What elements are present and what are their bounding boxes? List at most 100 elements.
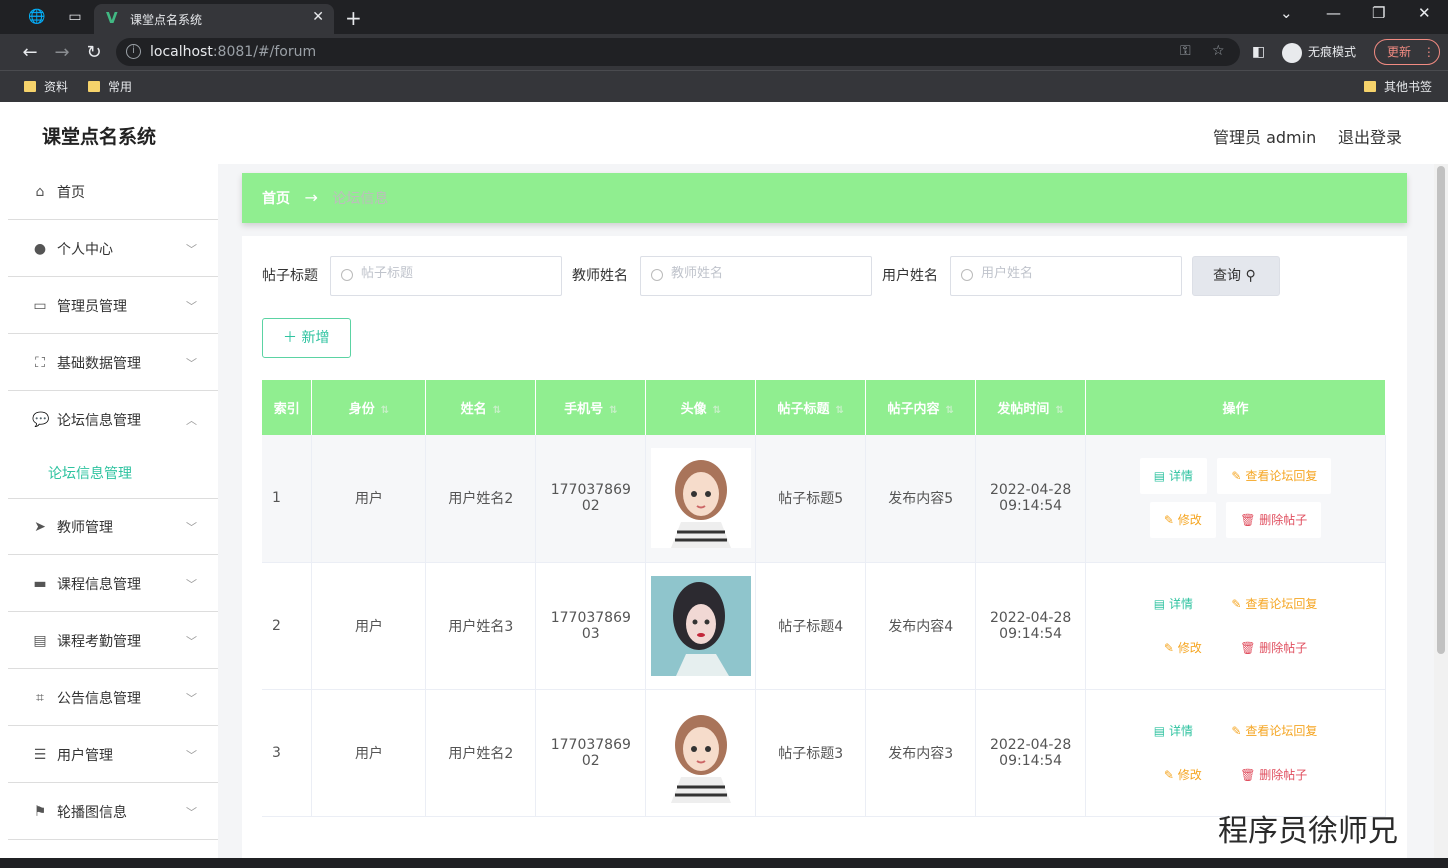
cell-phone: 17703786903 bbox=[535, 562, 647, 690]
sort-icon[interactable]: ⇅ bbox=[836, 405, 844, 416]
sidebar-item-forum[interactable]: 💬 论坛信息管理 ︿ bbox=[8, 392, 218, 448]
page-scrollbar[interactable] bbox=[1434, 164, 1448, 868]
flag-icon: ⚑ bbox=[33, 803, 47, 820]
sort-icon[interactable]: ⇅ bbox=[945, 405, 953, 416]
view-replies-button[interactable]: ✎ 查看论坛回复 bbox=[1217, 585, 1332, 622]
view-replies-button[interactable]: ✎ 查看论坛回复 bbox=[1217, 712, 1332, 749]
view-replies-button[interactable]: ✎ 查看论坛回复 bbox=[1217, 458, 1332, 495]
chevron-down-icon: ﹀ bbox=[186, 748, 197, 762]
maximize-icon[interactable]: ❐ bbox=[1372, 4, 1385, 22]
detail-button[interactable]: ▤ 详情 bbox=[1139, 585, 1207, 622]
key-icon[interactable]: ⚿ bbox=[1180, 43, 1191, 59]
delete-button[interactable]: 🗑 删除帖子 bbox=[1226, 756, 1322, 793]
sidebar-item-users[interactable]: ☰ 用户管理 ﹀ bbox=[8, 727, 218, 783]
sidebar-item-attendance[interactable]: ▤ 课程考勤管理 ﹀ bbox=[8, 613, 218, 669]
post-title-input[interactable] bbox=[330, 256, 562, 296]
tab-search-chevron-icon[interactable]: ⌄ bbox=[1280, 4, 1293, 22]
sidebar-item-profile[interactable]: ● 个人中心 ﹀ bbox=[8, 221, 218, 277]
teacher-name-label: 教师姓名 bbox=[572, 268, 628, 284]
edit-icon: ✎ bbox=[1163, 767, 1174, 782]
forward-icon[interactable]: → bbox=[52, 42, 72, 63]
sidepanel-icon[interactable]: ◧ bbox=[1252, 44, 1265, 60]
detail-button[interactable]: ▤ 详情 bbox=[1139, 458, 1207, 495]
teacher-name-input[interactable] bbox=[640, 256, 872, 296]
sidebar-item-basic-data[interactable]: ⛶ 基础数据管理 ﹀ bbox=[8, 335, 218, 391]
col-avatar[interactable]: 头像 ⇅ bbox=[645, 380, 757, 435]
sort-icon[interactable]: ⇅ bbox=[713, 405, 721, 416]
cell-phone: 17703786902 bbox=[535, 435, 647, 563]
edit-icon: ✎ bbox=[1163, 513, 1174, 528]
minimize-icon[interactable]: — bbox=[1326, 4, 1341, 22]
trash-icon: 🗑 bbox=[1240, 767, 1256, 782]
add-button[interactable]: ＋ 新增 bbox=[262, 318, 351, 358]
taskbar bbox=[0, 858, 1448, 868]
cartoon-avatar-image[interactable] bbox=[650, 448, 751, 549]
arrow-right-icon: → bbox=[304, 188, 318, 207]
briefcase-icon: ▬ bbox=[33, 575, 47, 592]
edit-button[interactable]: ✎ 修改 bbox=[1149, 756, 1216, 793]
sort-icon[interactable]: ⇅ bbox=[493, 405, 501, 416]
reload-icon[interactable]: ↻ bbox=[84, 42, 104, 63]
query-button[interactable]: 查询 ⚲ bbox=[1192, 256, 1280, 296]
col-phone[interactable]: 手机号 ⇅ bbox=[535, 380, 647, 435]
edit-icon: ✎ bbox=[1231, 469, 1242, 484]
tab-close-icon[interactable]: ✕ bbox=[312, 9, 324, 25]
sidebar-item-admin[interactable]: ▭ 管理员管理 ﹀ bbox=[8, 278, 218, 334]
edit-button[interactable]: ✎ 修改 bbox=[1149, 629, 1216, 666]
col-role[interactable]: 身份 ⇅ bbox=[311, 380, 427, 435]
logout-link[interactable]: 退出登录 bbox=[1338, 124, 1402, 148]
cell-post-time: 2022-04-28 09:14:54 bbox=[975, 562, 1087, 690]
breadcrumb: 首页 → 论坛信息 bbox=[242, 173, 1407, 223]
cell-avatar bbox=[645, 562, 757, 690]
update-button[interactable]: 更新 ⋮ bbox=[1374, 39, 1440, 65]
cell-role: 用户 bbox=[311, 435, 427, 563]
detail-button[interactable]: ▤ 详情 bbox=[1139, 712, 1207, 749]
delete-button[interactable]: 🗑 删除帖子 bbox=[1226, 502, 1322, 539]
trash-icon: 🗑 bbox=[1240, 640, 1256, 655]
new-tab-icon[interactable]: + bbox=[345, 6, 362, 30]
user-name-input[interactable] bbox=[950, 256, 1182, 296]
star-icon[interactable]: ☆ bbox=[1212, 43, 1225, 59]
other-bookmarks[interactable]: 其他书签 bbox=[1364, 78, 1432, 95]
cell-name: 用户姓名2 bbox=[425, 435, 537, 563]
bookmark-folder-1[interactable]: 资料 bbox=[24, 78, 68, 95]
bookmark-folder-2[interactable]: 常用 bbox=[88, 78, 132, 95]
sort-icon[interactable]: ⇅ bbox=[609, 405, 617, 416]
chevron-down-icon: ﹀ bbox=[186, 520, 197, 534]
delete-button[interactable]: 🗑 删除帖子 bbox=[1226, 629, 1322, 666]
window-close-icon[interactable]: ✕ bbox=[1418, 4, 1431, 22]
col-name[interactable]: 姓名 ⇅ bbox=[425, 380, 537, 435]
search-icon bbox=[961, 269, 973, 281]
tab-strip-icon[interactable]: ▭ bbox=[66, 8, 84, 26]
list-icon: ☰ bbox=[33, 746, 47, 763]
back-icon[interactable]: ← bbox=[20, 42, 40, 63]
sidebar-subitem-forum[interactable]: 论坛信息管理 bbox=[8, 448, 218, 499]
site-info-icon[interactable]: i bbox=[126, 44, 141, 59]
globe-icon[interactable]: 🌐 bbox=[28, 8, 46, 26]
sidebar-item-home[interactable]: ⌂ 首页 bbox=[8, 164, 218, 220]
browser-tab-active[interactable]: V 课堂点名系统 ✕ bbox=[94, 4, 334, 34]
teacher-name-field[interactable] bbox=[671, 266, 861, 281]
sidebar-item-notice[interactable]: ⌗ 公告信息管理 ﹀ bbox=[8, 670, 218, 726]
sidebar-item-course[interactable]: ▬ 课程信息管理 ﹀ bbox=[8, 556, 218, 612]
breadcrumb-home[interactable]: 首页 bbox=[262, 191, 290, 207]
sort-icon[interactable]: ⇅ bbox=[1055, 405, 1063, 416]
url-field[interactable]: i localhost:8081/#/forum ⚿ ☆ bbox=[116, 38, 1240, 66]
scrollbar-thumb[interactable] bbox=[1437, 166, 1445, 654]
cartoon-avatar-image[interactable] bbox=[650, 702, 751, 803]
photo-avatar-image[interactable] bbox=[650, 575, 751, 676]
col-post-time[interactable]: 发帖时间 ⇅ bbox=[975, 380, 1087, 435]
forum-table: 索引 身份 ⇅ 姓名 ⇅ 手机号 ⇅ 头像 ⇅ 帖子标题 ⇅ 帖子内容 ⇅ 发帖时间 ⇅ 操作… bbox=[262, 380, 1386, 817]
sort-icon[interactable]: ⇅ bbox=[381, 405, 389, 416]
edit-button[interactable]: ✎ 修改 bbox=[1149, 502, 1216, 539]
incognito-indicator[interactable]: 无痕模式 bbox=[1282, 38, 1356, 66]
cell-role: 用户 bbox=[311, 562, 427, 690]
sidebar-item-carousel[interactable]: ⚑ 轮播图信息 ﹀ bbox=[8, 784, 218, 840]
col-post-title[interactable]: 帖子标题 ⇅ bbox=[755, 380, 867, 435]
browser-address-bar: ← → ↻ i localhost:8081/#/forum ⚿ ☆ ◧ 无痕模… bbox=[0, 34, 1448, 70]
browser-tab-bar: 🌐 ▭ V 课堂点名系统 ✕ + ⌄ — ❐ ✕ bbox=[0, 0, 1448, 34]
sidebar-item-teacher[interactable]: ➤ 教师管理 ﹀ bbox=[8, 499, 218, 555]
user-name-field[interactable] bbox=[981, 266, 1171, 281]
post-title-field[interactable] bbox=[361, 266, 551, 281]
col-post-content[interactable]: 帖子内容 ⇅ bbox=[865, 380, 977, 435]
